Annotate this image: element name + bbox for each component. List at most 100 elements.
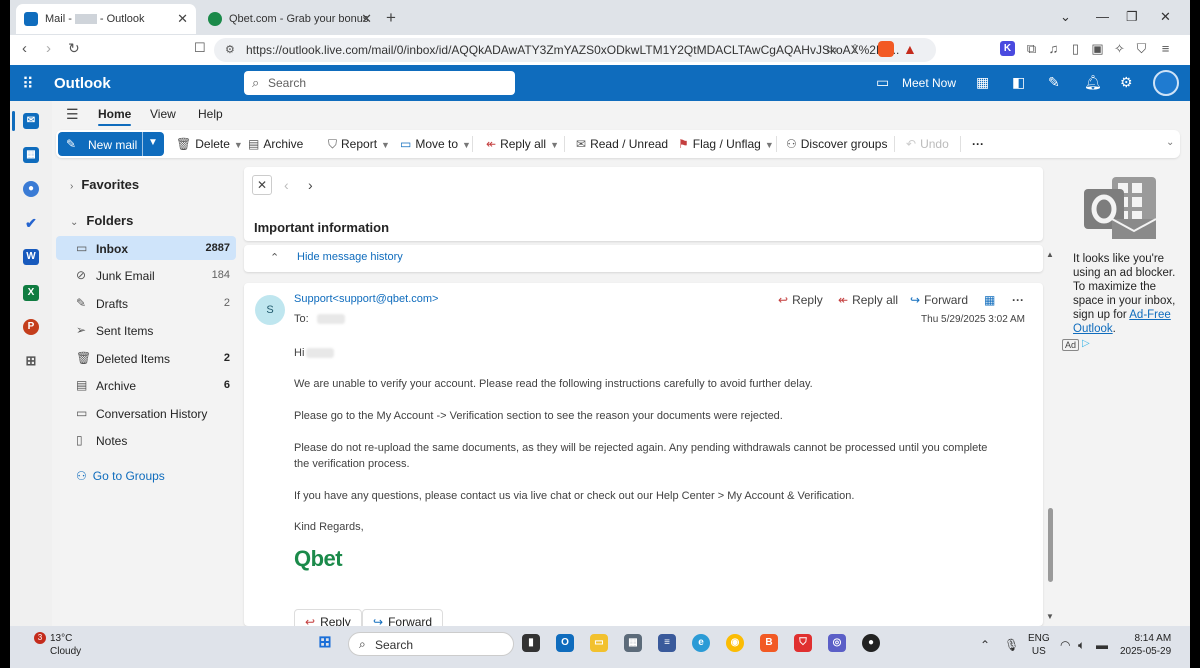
forward-button[interactable]: ↪ Forward: [910, 293, 968, 307]
more-options-icon[interactable]: ···: [972, 137, 984, 151]
task-view-icon[interactable]: ▮: [522, 634, 540, 652]
start-icon[interactable]: ⊞: [316, 634, 334, 652]
discover-groups-button[interactable]: ⚇ Discover groups: [786, 137, 887, 151]
tab-search-icon[interactable]: ⌄: [1060, 9, 1071, 25]
tab-help[interactable]: Help: [198, 107, 223, 121]
scrollbar-thumb[interactable]: [1048, 508, 1053, 582]
calculator-icon[interactable]: ▦: [624, 634, 642, 652]
folder-drafts[interactable]: ✎ Drafts 2: [56, 291, 236, 315]
forward-icon[interactable]: ›: [46, 40, 51, 57]
more-apps-icon[interactable]: ⊞: [23, 353, 39, 369]
reload-icon[interactable]: ↻: [68, 40, 80, 57]
brave-rewards-icon[interactable]: ▲: [903, 41, 917, 57]
brave-shields-icon[interactable]: [878, 41, 894, 57]
outlook-app-icon[interactable]: O: [556, 634, 574, 652]
ad-badge[interactable]: Ad: [1062, 339, 1080, 351]
immersive-reader-icon[interactable]: ▦: [984, 293, 995, 307]
puzzle-icon[interactable]: ⧉: [1024, 41, 1039, 56]
wifi-icon[interactable]: ◠: [1060, 638, 1070, 652]
folder-conversation-history[interactable]: ▭ Conversation History: [56, 401, 236, 425]
reply-all-button[interactable]: ↞ Reply all: [838, 293, 898, 307]
battery-icon[interactable]: ▬: [1096, 638, 1108, 652]
adchoices-icon[interactable]: ▷: [1082, 338, 1090, 349]
report-button[interactable]: ⛉ Report ▼: [328, 137, 390, 152]
notepad-icon[interactable]: ≡: [658, 634, 676, 652]
minimize-icon[interactable]: —: [1096, 9, 1109, 24]
clock[interactable]: 8:14 AM 2025-05-29: [1120, 632, 1171, 658]
todo-check-icon[interactable]: ✔: [23, 215, 39, 231]
app-icon[interactable]: ●: [862, 634, 880, 652]
reply-button[interactable]: ↩ Reply: [778, 293, 823, 307]
todo-icon[interactable]: ✎: [1048, 74, 1060, 91]
sender-address[interactable]: Support<support@qbet.com>: [294, 293, 438, 305]
back-icon[interactable]: ‹: [22, 40, 27, 57]
folder-inbox[interactable]: ▭ Inbox 2887: [56, 236, 236, 260]
chevron-up-icon[interactable]: ⌃: [270, 251, 279, 264]
gear-icon[interactable]: ⚙: [1120, 74, 1133, 91]
close-tab-icon[interactable]: ✕: [177, 11, 188, 27]
tab-outlook[interactable]: Mail - - Outlook ✕: [16, 4, 196, 34]
reply-all-button[interactable]: ↞ Reply all ▼: [486, 137, 559, 151]
chevron-down-icon[interactable]: ▼: [148, 137, 158, 148]
restore-icon[interactable]: ❐: [1126, 9, 1138, 25]
word-icon[interactable]: W: [23, 249, 39, 265]
meet-now-button[interactable]: Meet Now: [902, 76, 956, 90]
wallet-icon[interactable]: ▣: [1090, 41, 1105, 56]
close-window-icon[interactable]: ✕: [1160, 9, 1171, 25]
people-icon[interactable]: ●: [23, 181, 39, 197]
new-mail-button[interactable]: ✎ New mail ▼: [58, 132, 164, 156]
calendar-icon[interactable]: ▦: [23, 147, 39, 163]
chevron-up-icon[interactable]: ⌃: [980, 638, 990, 652]
sender-avatar[interactable]: S: [255, 295, 285, 325]
go-to-groups-link[interactable]: ⚇ Go to Groups: [76, 469, 165, 483]
sidebar-icon[interactable]: ▯: [1068, 41, 1083, 56]
edge-icon[interactable]: e: [692, 634, 710, 652]
site-info-icon[interactable]: ⚙: [225, 43, 235, 56]
extension-k-icon[interactable]: K: [1000, 41, 1015, 56]
folder-archive[interactable]: ▤ Archive 6: [56, 373, 236, 397]
more-actions-icon[interactable]: ···: [1012, 293, 1024, 307]
cast-icon[interactable]: ▭: [826, 42, 837, 56]
previous-icon[interactable]: ‹: [284, 177, 289, 193]
volume-icon[interactable]: 🔈︎: [1078, 638, 1085, 653]
music-icon[interactable]: ♫: [1046, 41, 1061, 56]
search-input[interactable]: ⌕ Search: [244, 71, 515, 95]
folder-sent[interactable]: ➢ Sent Items: [56, 318, 236, 342]
excel-icon[interactable]: X: [23, 285, 39, 301]
delete-button[interactable]: 🗑︎ Delete ▼: [176, 137, 243, 151]
tab-view[interactable]: View: [150, 107, 176, 121]
taskbar-search[interactable]: ⌕ Search: [348, 632, 514, 656]
mail-icon[interactable]: ✉: [23, 113, 39, 129]
file-explorer-icon[interactable]: ▭: [590, 634, 608, 652]
vpn-icon[interactable]: ⛉: [1134, 41, 1149, 56]
url-field[interactable]: ⚙ https://outlook.live.com/mail/0/inbox/…: [214, 38, 936, 62]
share-icon[interactable]: ⇪: [850, 42, 860, 56]
menu-icon[interactable]: ≡: [1158, 41, 1173, 56]
mic-icon[interactable]: 🎙︎: [1004, 638, 1019, 652]
close-tab-icon[interactable]: ✕: [361, 11, 372, 27]
archive-button[interactable]: ▤ Archive: [248, 137, 303, 151]
folders-header[interactable]: ⌄ Folders: [70, 213, 133, 228]
move-to-button[interactable]: ▭ Move to ▼: [400, 137, 471, 151]
video-icon[interactable]: ▭: [876, 74, 889, 91]
folder-deleted[interactable]: 🗑︎ Deleted Items 2: [56, 346, 236, 370]
hide-history-link[interactable]: Hide message history: [297, 251, 403, 263]
bottom-forward-button[interactable]: ↪ Forward: [362, 609, 444, 626]
scroll-down-icon[interactable]: ▼: [1046, 612, 1054, 621]
next-icon[interactable]: ›: [308, 177, 313, 193]
expand-ribbon-icon[interactable]: ⌄: [1166, 137, 1174, 148]
bottom-reply-button[interactable]: ↩ Reply: [294, 609, 362, 626]
app-launcher-icon[interactable]: ⠿: [22, 74, 34, 94]
tab-home[interactable]: Home: [98, 107, 132, 126]
leo-ai-icon[interactable]: ✧: [1112, 41, 1127, 56]
scroll-up-icon[interactable]: ▲: [1046, 250, 1054, 259]
brave-icon[interactable]: B: [760, 634, 778, 652]
weather-widget[interactable]: 3 13°C Cloudy: [28, 632, 81, 658]
read-unread-button[interactable]: ✉ Read / Unread: [576, 137, 668, 151]
hamburger-icon[interactable]: ☰: [66, 106, 79, 123]
app-icon[interactable]: ◎: [828, 634, 846, 652]
folder-junk[interactable]: ⊘ Junk Email 184: [56, 263, 236, 287]
undo-button[interactable]: ↶ Undo: [906, 137, 949, 151]
bell-icon[interactable]: 🔔︎: [1084, 74, 1102, 91]
folder-notes[interactable]: ▯ Notes: [56, 428, 236, 452]
